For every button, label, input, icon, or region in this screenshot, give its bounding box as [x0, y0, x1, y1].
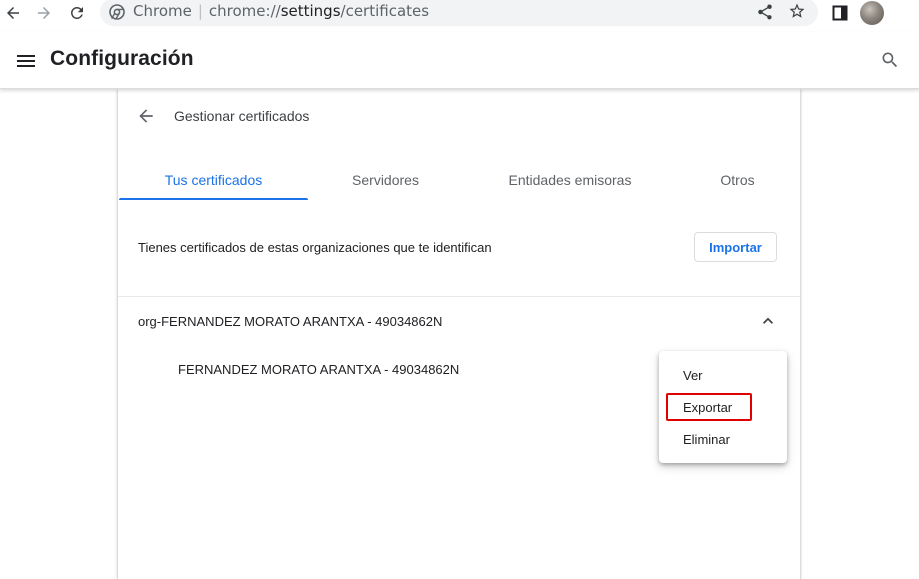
tab-entidades-emisoras[interactable]: Entidades emisoras — [463, 159, 677, 200]
avatar[interactable] — [860, 1, 884, 25]
search-icon — [882, 52, 898, 68]
certificates-description: Tienes certificados de estas organizacio… — [138, 240, 492, 255]
reload-icon — [70, 6, 83, 19]
address-bar[interactable]: Chrome | chrome://settings/certificates — [100, 0, 818, 26]
search-button[interactable] — [880, 50, 902, 72]
tab-servidores[interactable]: Servidores — [308, 159, 463, 200]
url-scheme: chrome:// — [208, 2, 281, 20]
forward-button[interactable] — [33, 2, 55, 24]
page-title: Configuración — [50, 47, 194, 70]
arrow-back-icon — [7, 7, 19, 19]
url-path: /certificates — [340, 2, 430, 20]
star-icon — [789, 3, 805, 18]
certificate-name: FERNANDEZ MORATO ARANTXA - 49034862N — [178, 362, 460, 377]
menu-item-exportar[interactable]: Exportar — [659, 391, 787, 423]
browser-toolbar: Chrome | chrome://settings/certificates — [0, 0, 919, 26]
organization-name: org-FERNANDEZ MORATO ARANTXA - 49034862N — [138, 314, 443, 329]
share-icon — [758, 4, 772, 20]
collapse-button[interactable] — [758, 311, 780, 333]
tab-tus-certificados[interactable]: Tus certificados — [119, 159, 308, 200]
arrow-back-icon — [139, 109, 153, 123]
side-panel-icon — [832, 5, 848, 21]
settings-header: Configuración — [0, 32, 919, 89]
subpage-title: Gestionar certificados — [174, 108, 310, 124]
omnibox-separator: | — [197, 2, 203, 20]
import-button[interactable]: Importar — [694, 232, 777, 262]
certificates-card: Gestionar certificados Tus certificados … — [118, 89, 800, 579]
site-label: Chrome — [133, 2, 192, 20]
arrow-forward-icon — [38, 7, 50, 19]
back-button[interactable] — [2, 2, 24, 24]
omnibox-text: Chrome | chrome://settings/certificates — [133, 2, 429, 20]
share-button[interactable] — [756, 3, 776, 21]
divider — [118, 296, 800, 297]
menu-button[interactable] — [14, 49, 38, 73]
certificate-context-menu: Ver Exportar Eliminar — [659, 351, 787, 463]
reload-button[interactable] — [66, 2, 88, 24]
subpage-back-button[interactable] — [136, 106, 158, 128]
hamburger-icon — [17, 55, 35, 67]
chevron-up-icon — [763, 317, 773, 324]
menu-item-ver[interactable]: Ver — [659, 359, 787, 391]
chrome-icon[interactable] — [108, 3, 126, 21]
menu-item-eliminar[interactable]: Eliminar — [659, 423, 787, 455]
certificate-tabs: Tus certificados Servidores Entidades em… — [118, 159, 800, 200]
url-host: settings — [280, 2, 341, 20]
tab-otros[interactable]: Otros — [677, 159, 798, 200]
side-panel-button[interactable] — [829, 2, 851, 24]
bookmark-button[interactable] — [788, 2, 808, 22]
